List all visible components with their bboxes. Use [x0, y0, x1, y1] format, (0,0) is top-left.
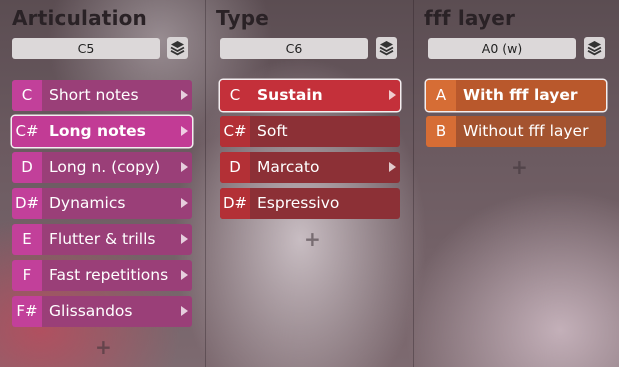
layers-icon	[379, 41, 394, 56]
articulation-row-long-n-copy[interactable]: D Long n. (copy)	[12, 152, 192, 183]
row-label: Long notes	[49, 122, 146, 140]
articulation-note-field[interactable]: C5	[12, 38, 160, 59]
chevron-right-icon	[389, 90, 396, 100]
articulation-layer-button[interactable]	[167, 37, 188, 59]
column-title-type: Type	[216, 6, 269, 30]
fff-layer-layer-button[interactable]	[584, 37, 605, 59]
articulation-row-glissandos[interactable]: F# Glissandos	[12, 296, 192, 327]
row-key: C	[12, 80, 42, 111]
layers-icon	[170, 41, 185, 56]
type-column: Type C6 C Sustain C# Soft D Marcato D# E…	[205, 0, 413, 367]
row-key: C#	[220, 116, 250, 147]
add-type-button[interactable]: +	[304, 229, 321, 249]
chevron-right-icon	[389, 162, 396, 172]
type-row-soft[interactable]: C# Soft	[220, 116, 400, 147]
row-key: D	[12, 152, 42, 183]
articulation-column: Articulation C5 C Short notes C# Long no…	[0, 0, 204, 367]
add-articulation-button[interactable]: +	[95, 337, 112, 357]
row-key: B	[426, 116, 456, 147]
row-key: E	[12, 224, 42, 255]
column-title-articulation: Articulation	[12, 6, 147, 30]
row-label: Short notes	[49, 86, 139, 104]
type-row-marcato[interactable]: D Marcato	[220, 152, 400, 183]
row-key: F	[12, 260, 42, 291]
articulation-row-dynamics[interactable]: D# Dynamics	[12, 188, 192, 219]
row-label: Without fff layer	[463, 122, 589, 140]
chevron-right-icon	[181, 126, 188, 136]
row-key: F#	[12, 296, 42, 327]
row-key: C#	[12, 116, 42, 147]
chevron-right-icon	[181, 198, 188, 208]
row-label: Sustain	[257, 86, 323, 104]
row-label: Soft	[257, 122, 288, 140]
row-label: Espressivo	[257, 194, 340, 212]
row-key: D#	[12, 188, 42, 219]
row-label: Flutter & trills	[49, 230, 156, 248]
articulation-row-long-notes[interactable]: C# Long notes	[12, 116, 192, 147]
add-fff-layer-button[interactable]: +	[511, 157, 528, 177]
fff-layer-note-field[interactable]: A0 (w)	[428, 38, 576, 59]
row-key: C	[220, 80, 250, 111]
column-title-fff-layer: fff layer	[424, 6, 516, 30]
articulation-row-flutter-trills[interactable]: E Flutter & trills	[12, 224, 192, 255]
chevron-right-icon	[181, 306, 188, 316]
chevron-right-icon	[181, 162, 188, 172]
fff-layer-column: fff layer A0 (w) A With fff layer B With…	[413, 0, 619, 367]
type-note-field[interactable]: C6	[220, 38, 368, 59]
row-label: With fff layer	[463, 86, 578, 104]
row-label: Fast repetitions	[49, 266, 169, 284]
layers-icon	[587, 41, 602, 56]
articulation-row-fast-repetitions[interactable]: F Fast repetitions	[12, 260, 192, 291]
chevron-right-icon	[181, 270, 188, 280]
row-key: A	[426, 80, 456, 111]
chevron-right-icon	[181, 90, 188, 100]
fff-row-without-fff-layer[interactable]: B Without fff layer	[426, 116, 606, 147]
row-key: D	[220, 152, 250, 183]
row-label: Dynamics	[49, 194, 126, 212]
row-label: Marcato	[257, 158, 320, 176]
fff-row-with-fff-layer[interactable]: A With fff layer	[426, 80, 606, 111]
type-layer-button[interactable]	[376, 37, 397, 59]
type-row-sustain[interactable]: C Sustain	[220, 80, 400, 111]
row-label: Glissandos	[49, 302, 133, 320]
row-label: Long n. (copy)	[49, 158, 161, 176]
articulation-row-short-notes[interactable]: C Short notes	[12, 80, 192, 111]
type-row-espressivo[interactable]: D# Espressivo	[220, 188, 400, 219]
chevron-right-icon	[181, 234, 188, 244]
row-key: D#	[220, 188, 250, 219]
